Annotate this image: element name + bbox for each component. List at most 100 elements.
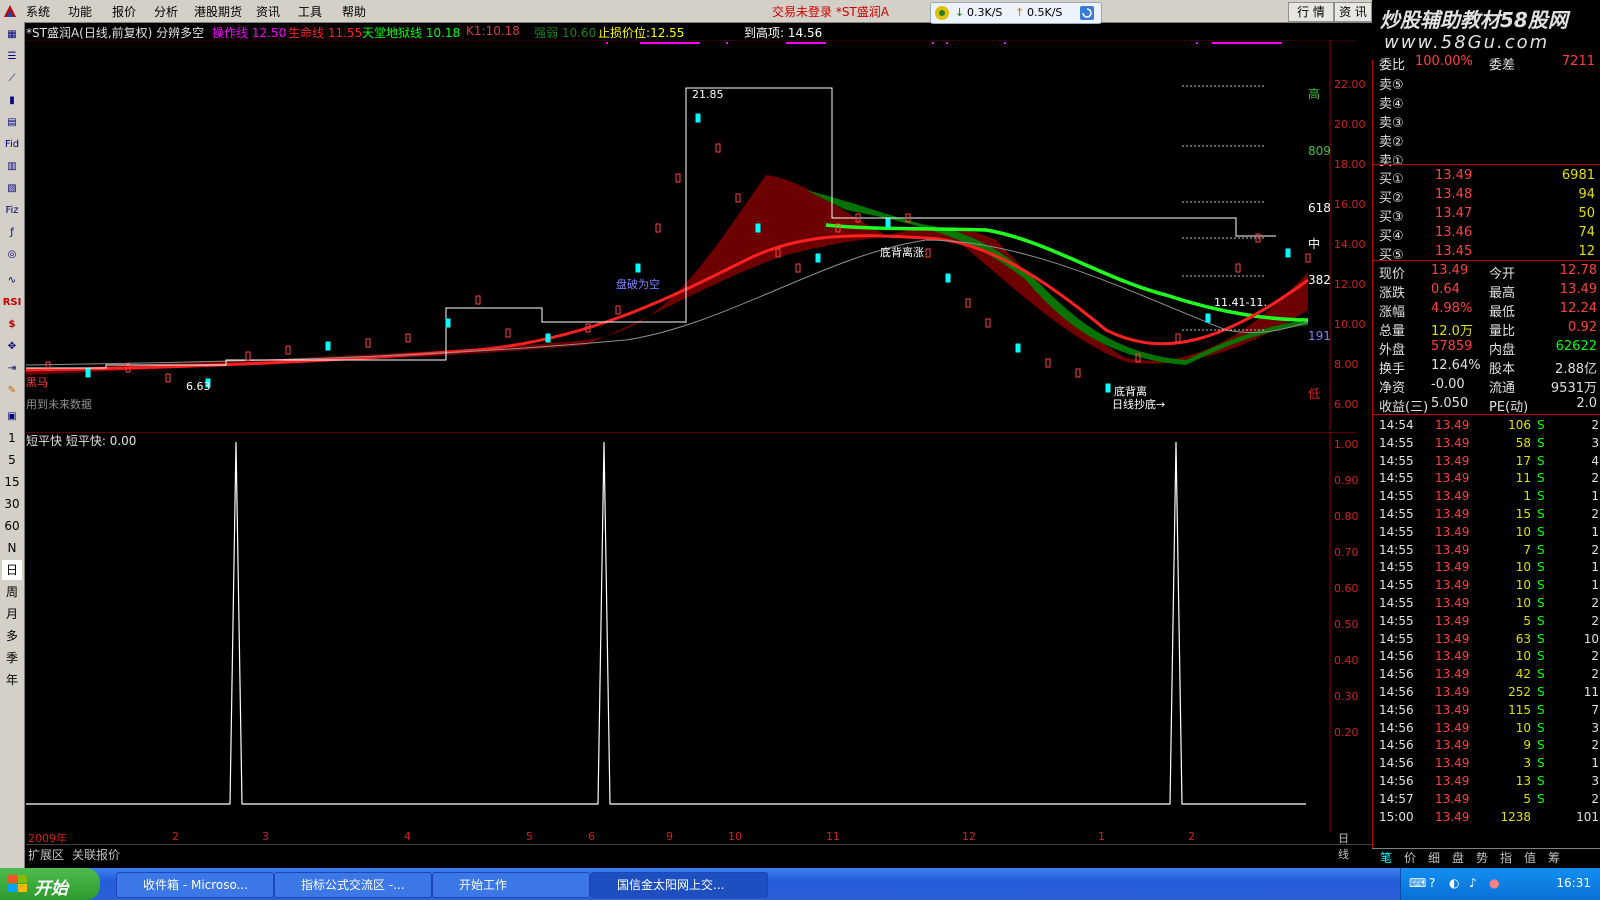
quote-panel-tab[interactable]: 细 (1428, 849, 1440, 866)
tab-extension[interactable]: 扩展区 (28, 846, 64, 863)
sell-level[interactable]: 卖① (1373, 150, 1600, 169)
task-mail[interactable]: 收件箱 - Microso... (116, 872, 274, 898)
tool-fiz[interactable]: Fiz (2, 202, 22, 220)
buy-level-cell: 买② (1379, 191, 1404, 206)
tray-network-icon[interactable]: ◐ (1449, 876, 1459, 890)
task-trading[interactable]: 国信金太阳网上交... (590, 872, 768, 898)
menu-tools[interactable]: 工具 (298, 3, 322, 20)
quote-panel-tab[interactable]: 指 (1500, 849, 1512, 866)
period-quarter[interactable]: 季 (2, 648, 22, 668)
tab-news[interactable]: 资 讯 (1334, 2, 1372, 22)
fib-191: 191 (1308, 329, 1331, 343)
tick-cell: S (1537, 720, 1545, 735)
sell-level[interactable]: 卖③ (1373, 112, 1600, 131)
tick-cell: 13.49 (1435, 791, 1470, 806)
tick-cell: 1 (1523, 489, 1531, 504)
quote-panel-tab[interactable]: 笔 (1380, 849, 1392, 866)
task-forum[interactable]: 指标公式交流区 -... (274, 872, 432, 898)
sell-level[interactable]: 卖⑤ (1373, 74, 1600, 93)
menu-hk-futures[interactable]: 港股期货 (194, 3, 242, 20)
candle (165, 373, 171, 383)
period-60min[interactable]: 60 (2, 516, 22, 536)
price-tick: 12.00 (1334, 278, 1366, 291)
refresh-icon[interactable] (1079, 5, 1095, 21)
menu-analysis[interactable]: 分析 (154, 3, 178, 20)
tray-app-icon[interactable]: ● (1489, 876, 1499, 890)
period-1min[interactable]: 1 (2, 428, 22, 448)
quote-panel-tab[interactable]: 势 (1476, 849, 1488, 866)
tool-line-chart-icon[interactable]: ⟋ (2, 70, 22, 88)
tab-quote[interactable]: 行 情 (1288, 2, 1334, 22)
menu-help[interactable]: 帮助 (342, 3, 366, 20)
sell-level[interactable]: 卖② (1373, 131, 1600, 150)
tick-cell: 2 (1591, 418, 1599, 432)
indicator-line (26, 441, 1306, 805)
quote-panel-tab[interactable]: 筹 (1548, 849, 1560, 866)
tick-cell: 14:56 (1379, 649, 1414, 664)
start-button[interactable]: 开始 (0, 868, 100, 900)
tool-pencil-icon[interactable]: ✎ (2, 382, 22, 400)
tick-row: 14:56 13.49 252 S 11 (1373, 685, 1600, 703)
tool-formula-icon[interactable]: ƒ (2, 224, 22, 242)
price-tick: 14.00 (1334, 238, 1366, 251)
price-chart[interactable]: 21.85 6.63 高 低 中 809 618 382 191 底背离 日线抄… (26, 40, 1356, 430)
period-year[interactable]: 年 (2, 670, 22, 690)
tool-search-icon[interactable]: ◎ (2, 246, 22, 264)
quote-panel-tab[interactable]: 价 (1404, 849, 1416, 866)
tool-grid-icon[interactable]: ▦ (2, 26, 22, 44)
sell-level[interactable]: 卖④ (1373, 93, 1600, 112)
buy-level-cell: 13.45 (1435, 244, 1473, 259)
quote-panel-tab[interactable]: 值 (1524, 849, 1536, 866)
quote-stat-row: 涨跌 0.64 最高 13.49 (1373, 282, 1600, 301)
menu-news[interactable]: 资讯 (256, 3, 280, 20)
tick-cell: 1 (1591, 489, 1599, 504)
date-tick: 5 (526, 830, 533, 843)
tick-cell: 14:56 (1379, 774, 1414, 788)
quote-panel-tab[interactable]: 盘 (1452, 849, 1464, 866)
period-day[interactable]: 日 (2, 560, 22, 580)
candle (795, 263, 801, 273)
menu-quote[interactable]: 报价 (112, 3, 136, 20)
tool-fid[interactable]: Fid (2, 136, 22, 154)
tool-doc-icon[interactable]: ▧ (2, 180, 22, 198)
tick-cell: S (1537, 578, 1545, 593)
trade-alert[interactable]: 交易未登录 *ST盛润A (772, 3, 889, 20)
period-multi[interactable]: 多 (2, 626, 22, 646)
quote-stat-cell: 内盘 (1489, 343, 1516, 358)
period-week[interactable]: 周 (2, 582, 22, 602)
quote-stat-cell: 外盘 (1379, 343, 1406, 358)
tray-volume-icon[interactable]: ♪ (1469, 876, 1477, 890)
task-start-work[interactable]: 开始工作 (432, 872, 590, 898)
connection-icon (935, 6, 949, 20)
menu-system[interactable]: 系统 (26, 3, 50, 20)
tab-related-quote[interactable]: 关联报价 (72, 846, 120, 863)
tick-row: 14:55 13.49 63 S 10 (1373, 632, 1600, 650)
tool-list-icon[interactable]: ☰ (2, 48, 22, 66)
period-15min[interactable]: 15 (2, 472, 22, 492)
tray-keyboard-icon[interactable]: ⌨ (1409, 876, 1426, 890)
buy-level[interactable]: 买① 13.49 6981 (1373, 168, 1600, 187)
tool-dollar[interactable]: $ (2, 316, 22, 334)
buy-level[interactable]: 买② 13.48 94 (1373, 187, 1600, 206)
candle (735, 193, 741, 203)
quote-stat-cell: 量比 (1489, 324, 1516, 339)
buy-level[interactable]: 买④ 13.46 74 (1373, 225, 1600, 244)
menu-function[interactable]: 功能 (68, 3, 92, 20)
tool-fs-icon[interactable]: ▣ (2, 408, 22, 426)
buy-level[interactable]: 买③ 13.47 50 (1373, 206, 1600, 225)
tool-candle-icon[interactable]: ▮ (2, 92, 22, 110)
tool-export-icon[interactable]: ⇥ (2, 360, 22, 378)
indicator-tick: 0.30 (1334, 690, 1359, 703)
quote-stat-cell: 今开 (1489, 267, 1516, 282)
period-30min[interactable]: 30 (2, 494, 22, 514)
tool-rsi[interactable]: RSI (2, 294, 22, 312)
tool-report-icon[interactable]: ▥ (2, 158, 22, 176)
period-5min[interactable]: 5 (2, 450, 22, 470)
indicator-chart[interactable] (26, 432, 1356, 832)
period-month[interactable]: 月 (2, 604, 22, 624)
tray-help-icon[interactable]: ? (1429, 876, 1435, 890)
tool-table-icon[interactable]: ▤ (2, 114, 22, 132)
tool-move-icon[interactable]: ✥ (2, 338, 22, 356)
period-n[interactable]: N (2, 538, 22, 558)
tool-wave-icon[interactable]: ∿ (2, 272, 22, 290)
